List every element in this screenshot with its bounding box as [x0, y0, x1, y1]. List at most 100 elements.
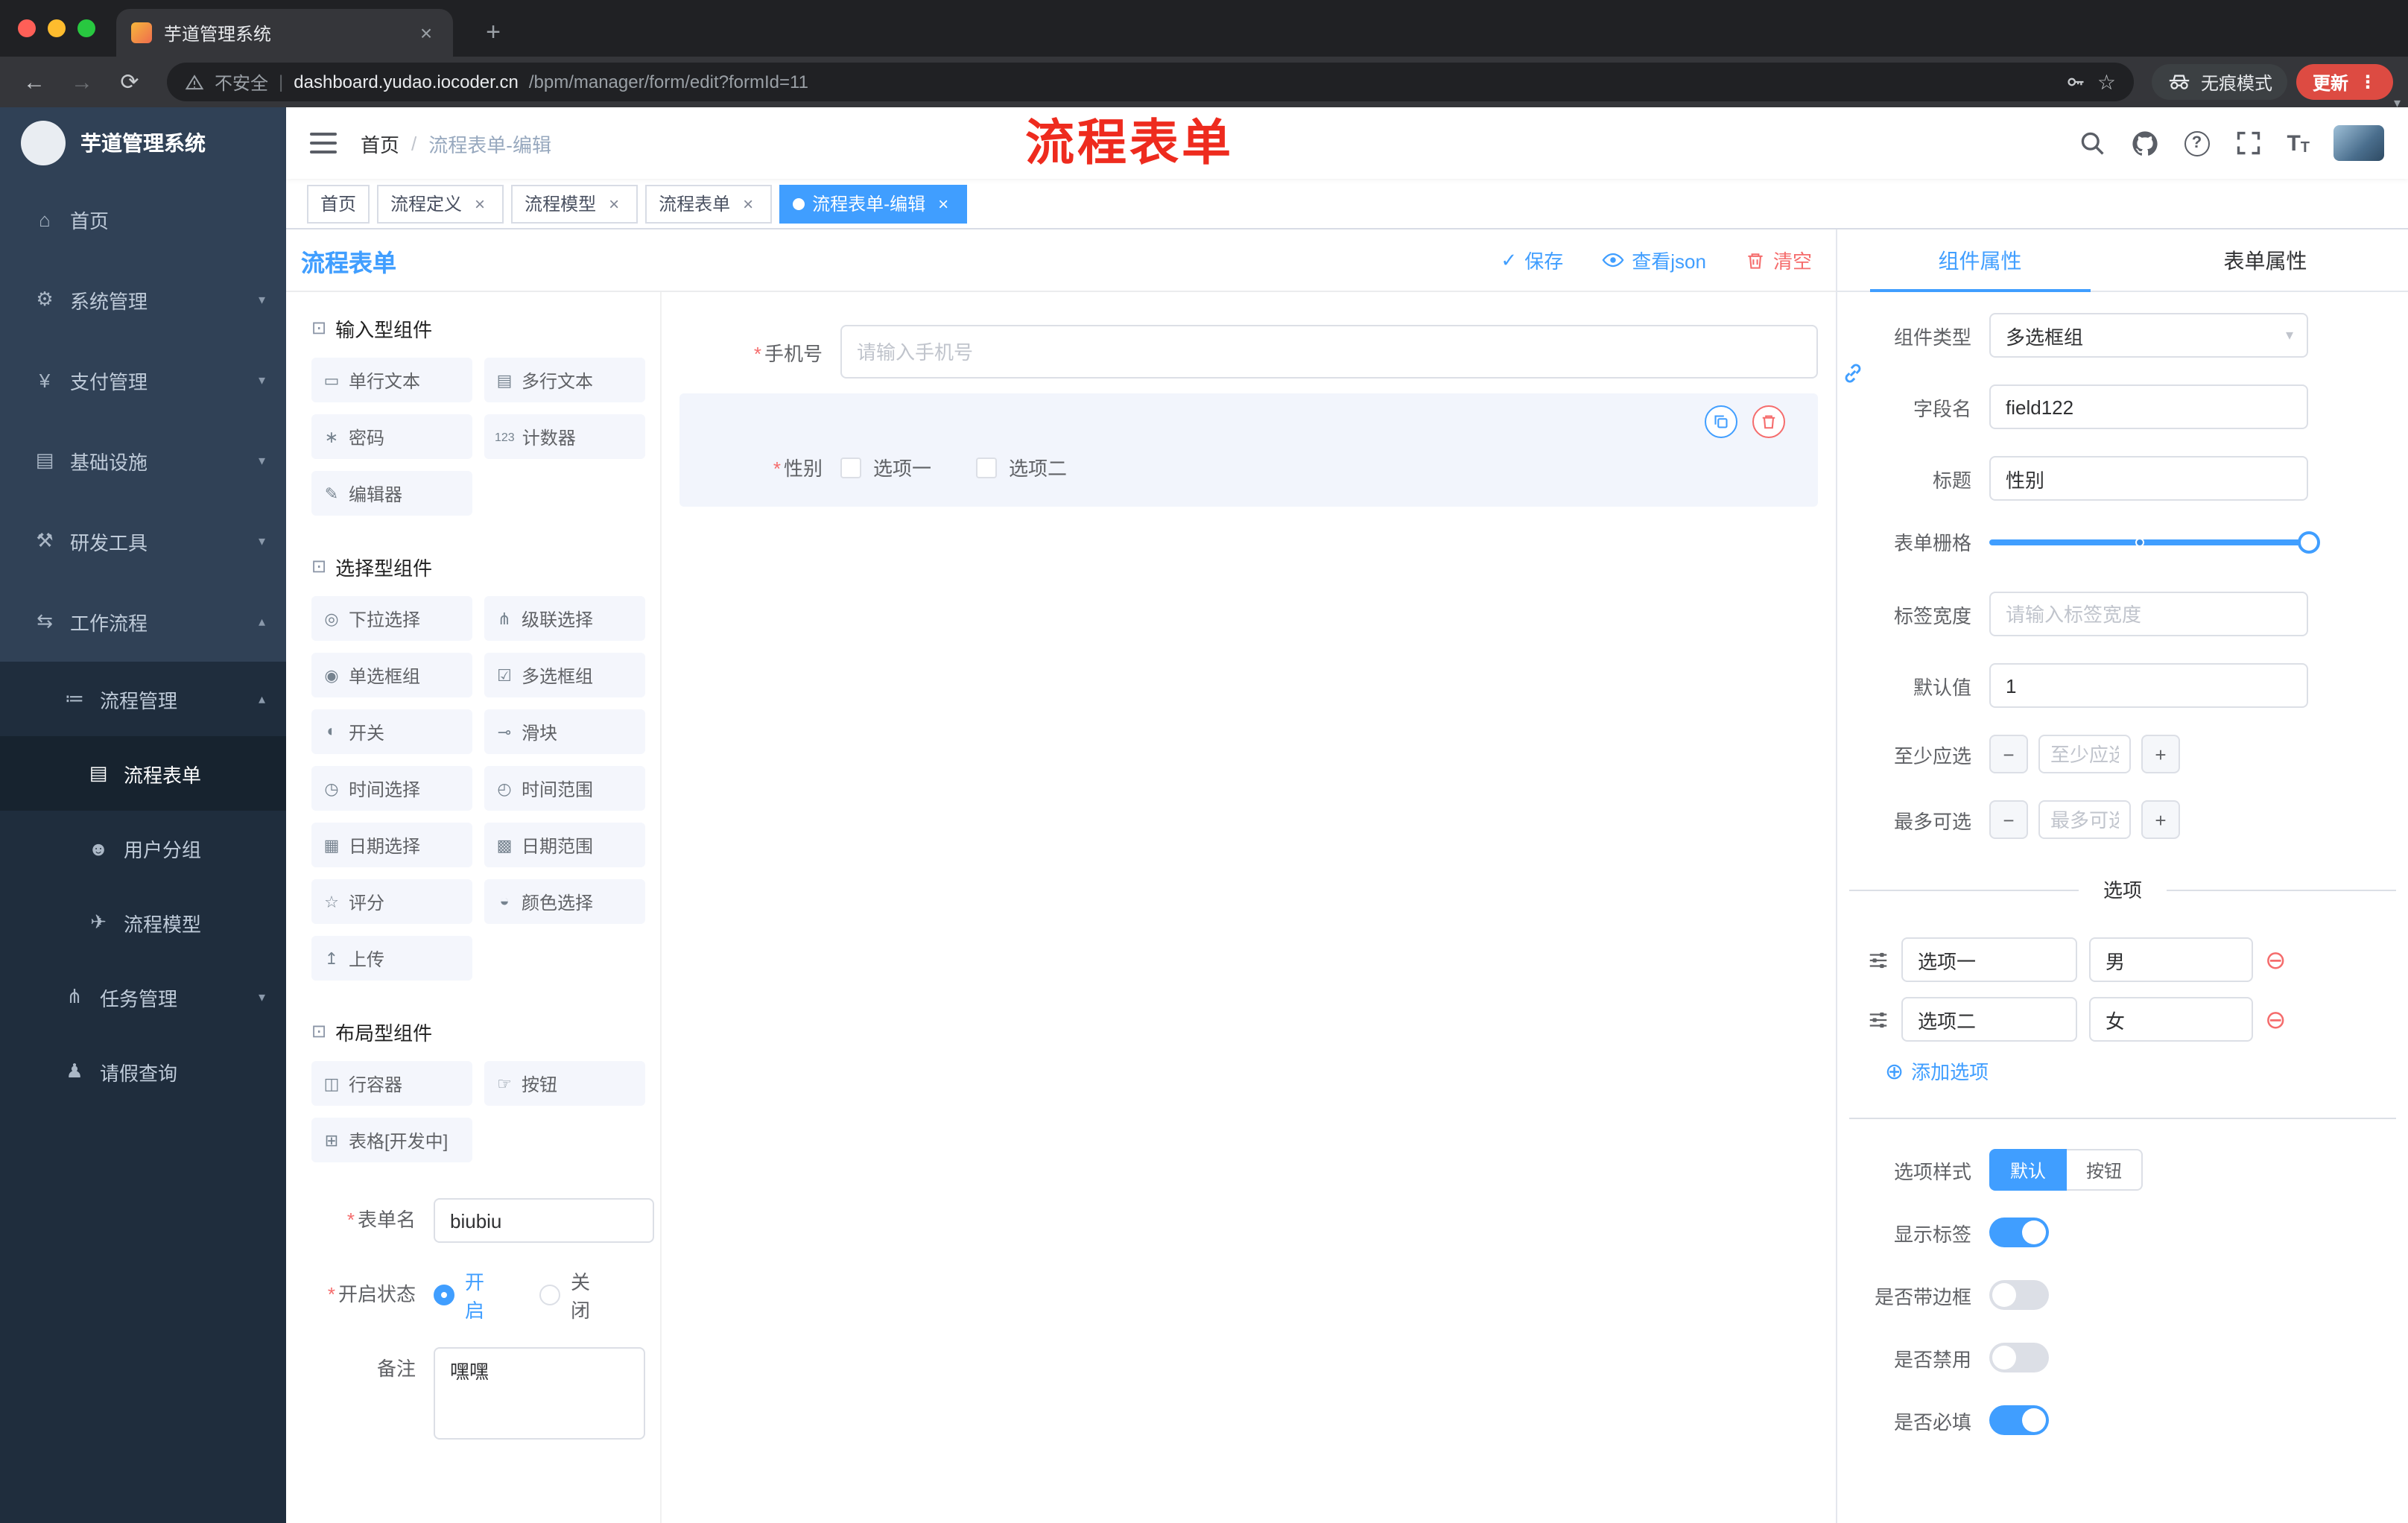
add-option-link[interactable]: ⊕ 添加选项	[1885, 1057, 2408, 1085]
component-chip-date-picker[interactable]: ▦ 日期选择	[311, 823, 472, 867]
github-icon[interactable]	[2130, 128, 2160, 158]
url-bar[interactable]: 不安全 | dashboard.yudao.iocoder.cn/bpm/man…	[167, 63, 2134, 101]
forward-button[interactable]: →	[63, 63, 101, 101]
component-chip-time-range[interactable]: ◴ 时间范围	[484, 766, 645, 811]
tag-process-model[interactable]: 流程模型 ×	[511, 184, 639, 223]
save-button[interactable]: ✓ 保存	[1501, 246, 1563, 274]
option1-label-input[interactable]	[1901, 937, 2077, 982]
drag-handle-icon[interactable]	[1867, 949, 1889, 971]
min-select-input[interactable]	[2038, 735, 2131, 773]
sidebar-item-process-form[interactable]: ▤ 流程表单	[0, 736, 286, 811]
increase-button[interactable]: +	[2141, 800, 2180, 839]
gender-option2-label[interactable]: 选项二	[1009, 453, 1067, 481]
status-off-radio[interactable]	[539, 1285, 560, 1305]
component-chip-counter[interactable]: 123 计数器	[484, 414, 645, 459]
sidebar-item-process-management[interactable]: ≔ 流程管理 ▴	[0, 662, 286, 736]
password-key-icon[interactable]	[2066, 72, 2087, 92]
component-chip-radio-group[interactable]: ◉ 单选框组	[311, 653, 472, 697]
title-input[interactable]	[1989, 456, 2308, 501]
decrease-button[interactable]: −	[1989, 735, 2028, 773]
style-default-button[interactable]: 默认	[1989, 1149, 2068, 1191]
user-avatar[interactable]	[2333, 125, 2384, 161]
gender-option1-checkbox[interactable]	[840, 457, 861, 478]
copy-component-button[interactable]	[1705, 405, 1737, 438]
font-size-icon[interactable]: TT	[2287, 130, 2310, 156]
option2-label-input[interactable]	[1901, 997, 2077, 1042]
clear-button[interactable]: 清空	[1745, 246, 1812, 274]
show-label-toggle[interactable]	[1989, 1218, 2049, 1247]
decrease-button[interactable]: −	[1989, 800, 2028, 839]
reload-button[interactable]: ⟳	[110, 63, 149, 101]
bookmark-star-icon[interactable]: ☆	[2097, 69, 2116, 95]
tab-close-icon[interactable]: ×	[414, 21, 438, 45]
browser-menu-icon[interactable]: ⋮	[2359, 72, 2377, 92]
component-chip-dropdown[interactable]: ◎ 下拉选择	[311, 596, 472, 641]
zoom-window-button[interactable]	[77, 19, 95, 37]
sidebar-item-system-management[interactable]: ⚙ 系统管理 ▾	[0, 259, 286, 340]
component-chip-row-container[interactable]: ◫ 行容器	[311, 1061, 472, 1106]
label-width-input[interactable]	[1989, 592, 2308, 636]
delete-component-button[interactable]	[1752, 405, 1785, 438]
tag-close-icon[interactable]: ×	[603, 193, 624, 214]
component-chip-time-picker[interactable]: ◷ 时间选择	[311, 766, 472, 811]
max-select-input[interactable]	[2038, 800, 2131, 839]
component-chip-single-line-text[interactable]: ▭ 单行文本	[311, 358, 472, 402]
component-chip-color-picker[interactable]: ◒ 颜色选择	[484, 879, 645, 924]
disabled-toggle[interactable]	[1989, 1343, 2049, 1372]
drag-handle-icon[interactable]	[1867, 1008, 1889, 1030]
component-chip-switch[interactable]: ◐ 开关	[311, 709, 472, 754]
new-tab-button[interactable]: +	[474, 13, 513, 52]
sidebar-item-user-group[interactable]: ☻ 用户分组	[0, 811, 286, 885]
search-icon[interactable]	[2076, 128, 2106, 158]
browser-tab[interactable]: 芋道管理系统 ×	[116, 9, 453, 57]
view-json-button[interactable]: 查看json	[1602, 246, 1706, 274]
component-chip-rate[interactable]: ☆ 评分	[311, 879, 472, 924]
back-button[interactable]: ←	[15, 63, 54, 101]
tag-process-form[interactable]: 流程表单 ×	[645, 184, 773, 223]
status-off-label[interactable]: 关闭	[571, 1267, 606, 1323]
sidebar-item-leave-query[interactable]: ♟ 请假查询	[0, 1034, 286, 1109]
tag-process-form-edit[interactable]: 流程表单-编辑 ×	[779, 184, 968, 223]
component-chip-upload[interactable]: ↥ 上传	[311, 936, 472, 981]
component-type-select[interactable]: 多选框组 ▾	[1989, 313, 2308, 358]
component-chip-multi-line-text[interactable]: ▤ 多行文本	[484, 358, 645, 402]
default-value-input[interactable]	[1989, 663, 2308, 708]
with-border-toggle[interactable]	[1989, 1280, 2049, 1310]
sidebar-item-infrastructure[interactable]: ▤ 基础设施 ▾	[0, 420, 286, 501]
gender-option2-checkbox[interactable]	[976, 457, 998, 478]
slider-handle[interactable]	[2298, 531, 2320, 553]
fullscreen-icon[interactable]	[2233, 128, 2263, 158]
component-chip-password[interactable]: ∗ 密码	[311, 414, 472, 459]
canvas-gender-field-selected[interactable]: * 性别 选项一 选项二	[679, 393, 1818, 507]
canvas-phone-field[interactable]: * 手机号	[679, 325, 1818, 379]
sidebar-item-process-model[interactable]: ✈ 流程模型	[0, 885, 286, 960]
sidebar-item-payment-management[interactable]: ¥ 支付管理 ▾	[0, 340, 286, 420]
minimize-window-button[interactable]	[48, 19, 66, 37]
tag-home[interactable]: 首页	[307, 184, 370, 223]
form-remark-textarea[interactable]: 嘿嘿	[434, 1347, 645, 1440]
sidebar-item-workflow[interactable]: ⇆ 工作流程 ▴	[0, 581, 286, 662]
component-chip-button[interactable]: ☞ 按钮	[484, 1061, 645, 1106]
component-chip-slider[interactable]: ⊸ 滑块	[484, 709, 645, 754]
sidebar-item-dev-tools[interactable]: ⚒ 研发工具 ▾	[0, 501, 286, 581]
option2-value-input[interactable]	[2089, 997, 2253, 1042]
remove-option-icon[interactable]: ⊖	[2265, 947, 2287, 972]
tag-process-definition[interactable]: 流程定义 ×	[377, 184, 504, 223]
component-chip-table[interactable]: ⊞ 表格[开发中]	[311, 1118, 472, 1162]
tag-close-icon[interactable]: ×	[933, 193, 954, 214]
sidebar-item-home[interactable]: ⌂ 首页	[0, 179, 286, 259]
option1-value-input[interactable]	[2089, 937, 2253, 982]
tab-form-properties[interactable]: 表单属性	[2123, 229, 2408, 291]
link-icon[interactable]	[1840, 361, 1866, 393]
gender-option1-label[interactable]: 选项一	[873, 453, 931, 481]
form-grid-slider[interactable]	[1989, 531, 2320, 553]
status-on-label[interactable]: 开启	[465, 1267, 501, 1323]
tag-close-icon[interactable]: ×	[738, 193, 758, 214]
hamburger-icon[interactable]	[310, 133, 337, 153]
required-toggle[interactable]	[1989, 1405, 2049, 1435]
component-chip-cascader[interactable]: ⋔ 级联选择	[484, 596, 645, 641]
help-icon[interactable]: ?	[2184, 130, 2210, 156]
component-chip-editor[interactable]: ✎ 编辑器	[311, 471, 472, 516]
close-window-button[interactable]	[18, 19, 36, 37]
browser-update-button[interactable]: 更新 ⋮	[2295, 64, 2393, 100]
